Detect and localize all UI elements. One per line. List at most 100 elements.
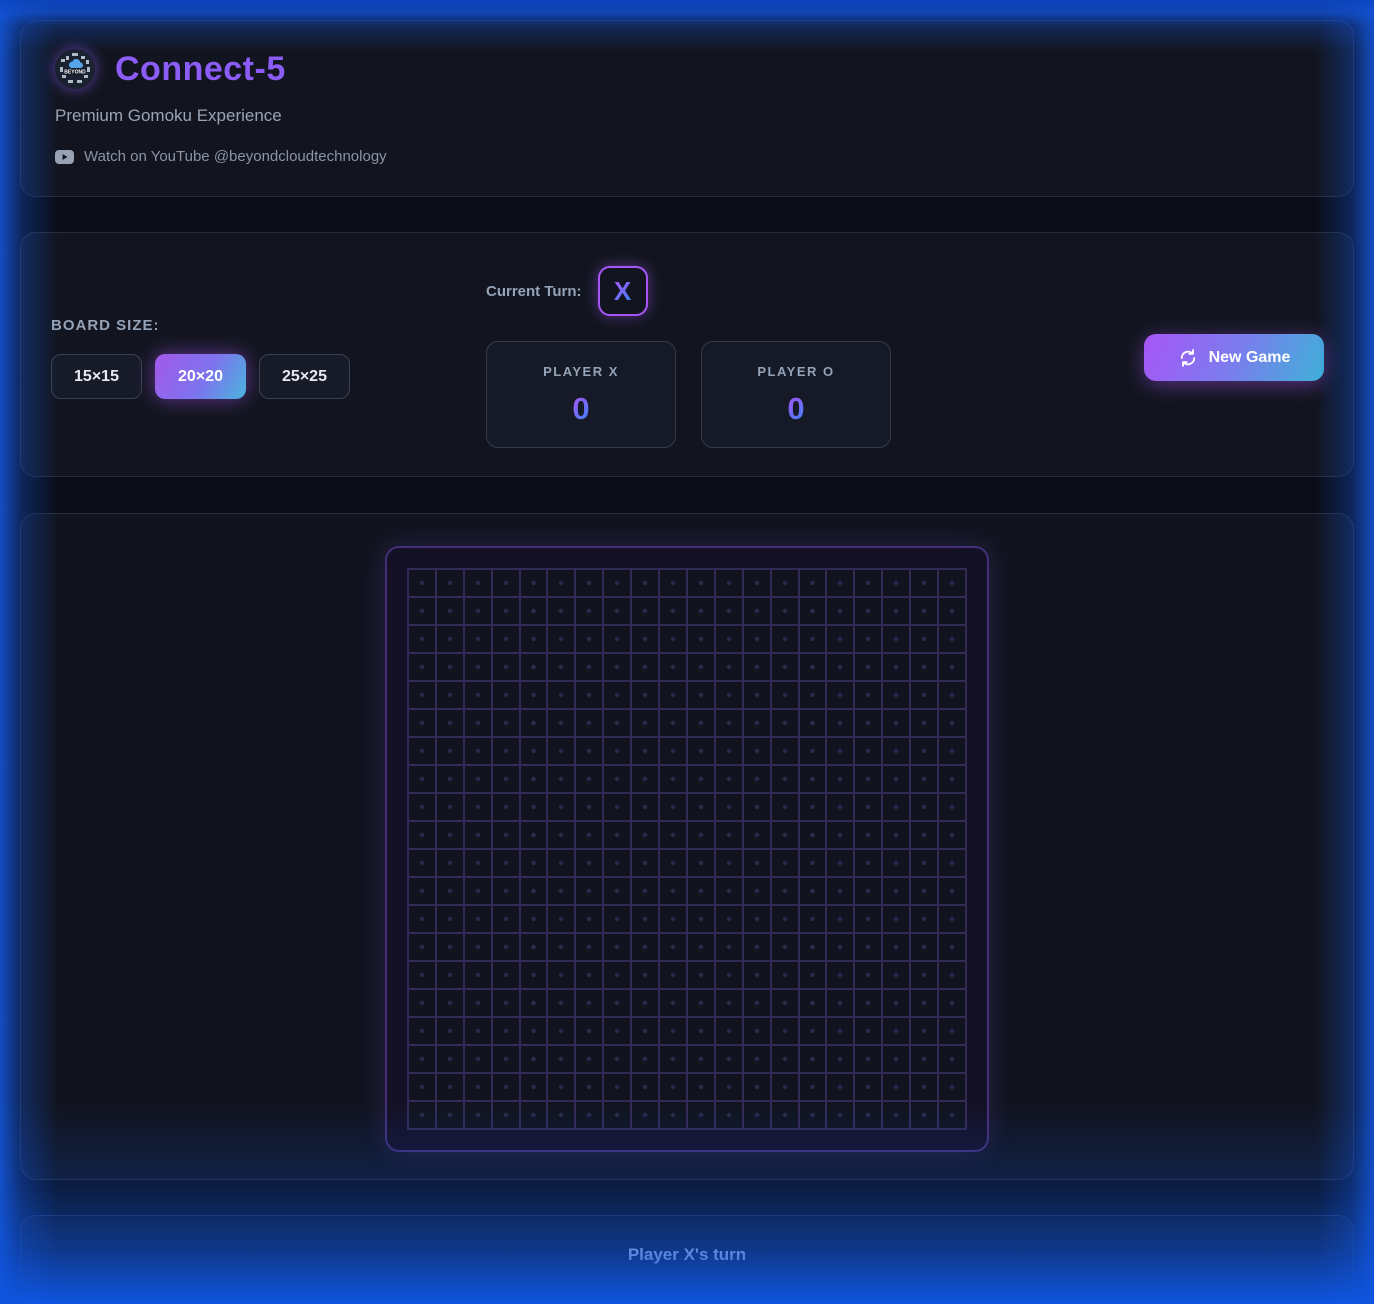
- board-cell[interactable]: [465, 934, 491, 960]
- board-cell[interactable]: [660, 1102, 686, 1128]
- board-cell[interactable]: [548, 1046, 574, 1072]
- board-cell[interactable]: [521, 570, 547, 596]
- board-cell[interactable]: [744, 990, 770, 1016]
- board-cell[interactable]: [604, 1018, 630, 1044]
- board-cell[interactable]: [465, 878, 491, 904]
- board-cell[interactable]: [744, 626, 770, 652]
- board-cell[interactable]: [409, 906, 435, 932]
- board-cell[interactable]: [660, 682, 686, 708]
- board-cell[interactable]: [548, 962, 574, 988]
- new-game-button[interactable]: New Game: [1144, 334, 1324, 381]
- board-cell[interactable]: [521, 850, 547, 876]
- board-cell[interactable]: [437, 878, 463, 904]
- board-cell[interactable]: [548, 766, 574, 792]
- board-cell[interactable]: [576, 626, 602, 652]
- board-cell[interactable]: [800, 710, 826, 736]
- board-cell[interactable]: [632, 822, 658, 848]
- board-cell[interactable]: [521, 598, 547, 624]
- board-cell[interactable]: [772, 570, 798, 596]
- board-cell[interactable]: [688, 1074, 714, 1100]
- board-cell[interactable]: [493, 1018, 519, 1044]
- board-cell[interactable]: [437, 1046, 463, 1072]
- board-cell[interactable]: [800, 962, 826, 988]
- board-cell[interactable]: [437, 934, 463, 960]
- board-cell[interactable]: [883, 934, 909, 960]
- board-cell[interactable]: [548, 654, 574, 680]
- board-cell[interactable]: [437, 822, 463, 848]
- board-cell[interactable]: [548, 682, 574, 708]
- board-cell[interactable]: [632, 794, 658, 820]
- board-cell[interactable]: [883, 1074, 909, 1100]
- board-cell[interactable]: [911, 878, 937, 904]
- board-cell[interactable]: [576, 990, 602, 1016]
- board-cell[interactable]: [688, 990, 714, 1016]
- board-cell[interactable]: [437, 1074, 463, 1100]
- board-cell[interactable]: [632, 766, 658, 792]
- board-cell[interactable]: [716, 962, 742, 988]
- board-cell[interactable]: [521, 1018, 547, 1044]
- board-cell[interactable]: [437, 1018, 463, 1044]
- board-cell[interactable]: [883, 794, 909, 820]
- board-cell[interactable]: [660, 1018, 686, 1044]
- board-cell[interactable]: [493, 990, 519, 1016]
- board-cell[interactable]: [409, 822, 435, 848]
- board-cell[interactable]: [576, 962, 602, 988]
- board-cell[interactable]: [855, 570, 881, 596]
- size-button-15[interactable]: 15×15: [51, 354, 142, 399]
- board-cell[interactable]: [939, 934, 965, 960]
- board-cell[interactable]: [772, 710, 798, 736]
- board-cell[interactable]: [688, 570, 714, 596]
- board-cell[interactable]: [744, 962, 770, 988]
- board-cell[interactable]: [744, 906, 770, 932]
- board-cell[interactable]: [604, 878, 630, 904]
- board-cell[interactable]: [521, 626, 547, 652]
- board-cell[interactable]: [465, 598, 491, 624]
- board-cell[interactable]: [521, 1102, 547, 1128]
- board-cell[interactable]: [911, 626, 937, 652]
- board-cell[interactable]: [827, 1018, 853, 1044]
- board-cell[interactable]: [800, 654, 826, 680]
- board-cell[interactable]: [632, 738, 658, 764]
- board-cell[interactable]: [521, 906, 547, 932]
- board-cell[interactable]: [604, 598, 630, 624]
- board-cell[interactable]: [772, 1074, 798, 1100]
- board-cell[interactable]: [800, 1046, 826, 1072]
- board-cell[interactable]: [493, 934, 519, 960]
- board-cell[interactable]: [465, 1074, 491, 1100]
- board-cell[interactable]: [883, 598, 909, 624]
- board-cell[interactable]: [521, 766, 547, 792]
- board-cell[interactable]: [939, 1046, 965, 1072]
- board-cell[interactable]: [939, 906, 965, 932]
- board-cell[interactable]: [632, 654, 658, 680]
- board-cell[interactable]: [632, 934, 658, 960]
- board-cell[interactable]: [409, 682, 435, 708]
- board-cell[interactable]: [772, 654, 798, 680]
- board-cell[interactable]: [437, 1102, 463, 1128]
- board-cell[interactable]: [827, 682, 853, 708]
- board-cell[interactable]: [604, 1074, 630, 1100]
- board-cell[interactable]: [493, 626, 519, 652]
- board-cell[interactable]: [855, 682, 881, 708]
- board-cell[interactable]: [855, 878, 881, 904]
- board-cell[interactable]: [548, 934, 574, 960]
- board-cell[interactable]: [493, 794, 519, 820]
- board-cell[interactable]: [883, 710, 909, 736]
- board-cell[interactable]: [660, 962, 686, 988]
- board-cell[interactable]: [604, 710, 630, 736]
- board-cell[interactable]: [911, 654, 937, 680]
- board-cell[interactable]: [576, 682, 602, 708]
- board-cell[interactable]: [855, 626, 881, 652]
- board-cell[interactable]: [883, 906, 909, 932]
- board-cell[interactable]: [827, 1102, 853, 1128]
- board-cell[interactable]: [855, 850, 881, 876]
- board-cell[interactable]: [604, 934, 630, 960]
- board-cell[interactable]: [772, 626, 798, 652]
- board-cell[interactable]: [939, 682, 965, 708]
- board-cell[interactable]: [437, 682, 463, 708]
- board-cell[interactable]: [660, 934, 686, 960]
- board-cell[interactable]: [632, 1102, 658, 1128]
- board-cell[interactable]: [493, 962, 519, 988]
- board-cell[interactable]: [716, 1018, 742, 1044]
- board-cell[interactable]: [688, 878, 714, 904]
- board-cell[interactable]: [744, 654, 770, 680]
